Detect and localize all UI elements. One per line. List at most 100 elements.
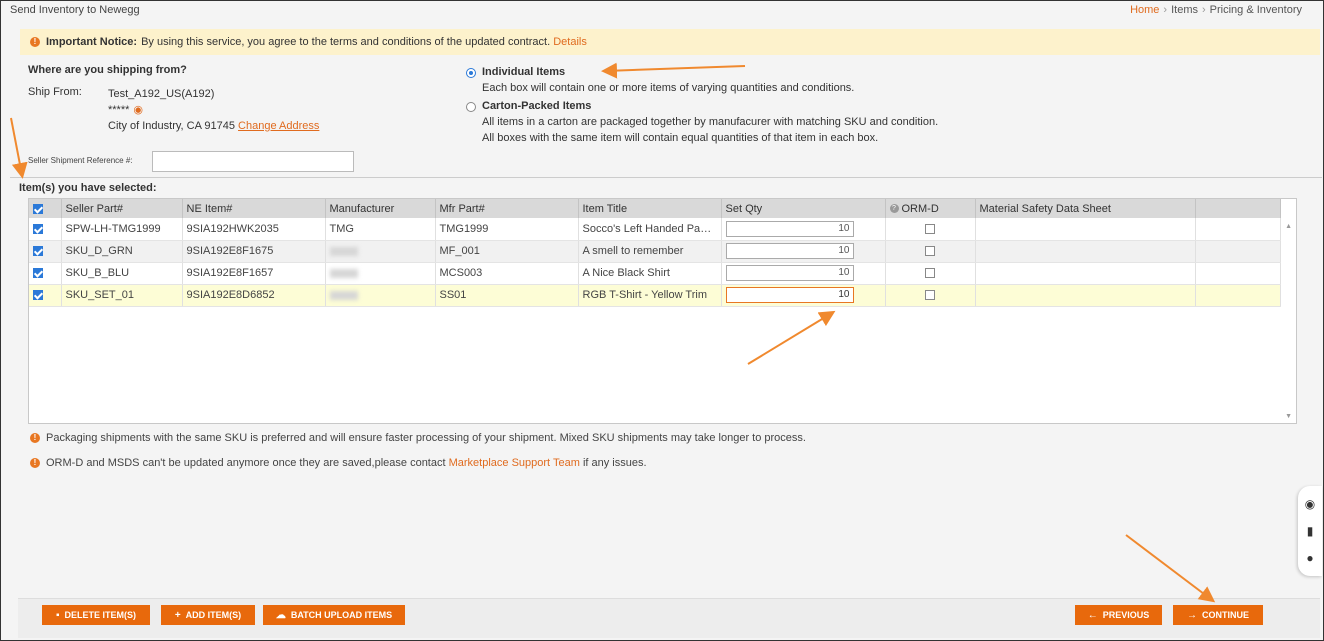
cell-msds xyxy=(975,284,1196,307)
row-checkbox[interactable] xyxy=(33,246,43,257)
cell-ormd xyxy=(885,284,976,307)
change-address-link[interactable]: Change Address xyxy=(238,120,319,132)
side-tool-panel: ◉ ▮ ● xyxy=(1298,486,1322,576)
cell-set-qty: 10 xyxy=(721,284,886,307)
ormd-note-text: ORM-D and MSDS can't be updated anymore … xyxy=(46,457,446,469)
row-checkbox[interactable] xyxy=(33,268,43,279)
cell-msds xyxy=(975,262,1196,285)
breadcrumb: Home › Items › Pricing & Inventory xyxy=(1130,4,1302,16)
notice-text: By using this service, you agree to the … xyxy=(141,36,551,48)
col-ormd[interactable]: ? ORM-D xyxy=(885,199,976,218)
ship-address: City of Industry, CA 91745 xyxy=(108,120,235,132)
row-checkbox-cell xyxy=(29,218,62,241)
col-item-title[interactable]: Item Title xyxy=(578,199,722,218)
scroll-up-icon[interactable]: ▲ xyxy=(1285,223,1292,230)
continue-button[interactable]: → CONTINUE xyxy=(1173,605,1263,625)
qty-input[interactable]: 10 xyxy=(725,287,854,303)
arrow-left-icon: ← xyxy=(1087,609,1098,621)
support-team-link[interactable]: Marketplace Support Team xyxy=(449,457,580,469)
carton-packed-option[interactable]: Carton-Packed Items All items in a carto… xyxy=(466,100,938,146)
row-checkbox-cell xyxy=(29,262,62,285)
individual-items-radio[interactable] xyxy=(466,68,476,78)
cell-seller-part: SKU_SET_01 xyxy=(61,284,183,307)
scroll-down-icon[interactable]: ▼ xyxy=(1285,413,1292,420)
col-manufacturer[interactable]: Manufacturer xyxy=(325,199,436,218)
previous-button[interactable]: ← PREVIOUS xyxy=(1075,605,1162,625)
carton-packed-radio[interactable] xyxy=(466,102,476,112)
table-row[interactable]: SKU_SET_01 9SIA192E8D6852 SS01 RGB T-Shi… xyxy=(29,284,1281,307)
ormd-checkbox[interactable] xyxy=(925,223,935,234)
table-row[interactable]: SPW-LH-TMG1999 9SIA192HWK2035 TMG TMG199… xyxy=(29,218,1281,241)
row-checkbox-cell xyxy=(29,240,62,263)
chat-icon[interactable]: ● xyxy=(1306,551,1313,565)
ship-from-label: Ship From: xyxy=(28,86,82,98)
eye-icon[interactable]: ◉ xyxy=(133,104,143,116)
col-set-qty[interactable]: Set Qty xyxy=(721,199,886,218)
add-items-label: ADD ITEM(S) xyxy=(185,610,242,620)
warehouse-name: Test_A192_US(A192) xyxy=(108,88,215,100)
col-msds[interactable]: Material Safety Data Sheet xyxy=(975,199,1196,218)
cell-item-title: A smell to remember xyxy=(578,240,722,263)
cell-manufacturer xyxy=(325,240,436,263)
individual-items-title: Individual Items xyxy=(482,66,566,78)
notice-details-link[interactable]: Details xyxy=(553,36,587,48)
delete-items-button[interactable]: ▪ DELETE ITEM(S) xyxy=(42,605,150,625)
redacted-text xyxy=(329,246,358,256)
cell-spacer xyxy=(1195,284,1281,307)
table-row[interactable]: SKU_D_GRN 9SIA192E8F1675 MF_001 A smell … xyxy=(29,240,1281,263)
help-icon[interactable]: ? xyxy=(889,204,899,214)
cell-item-title: Socco's Left Handed Paper Towels xyxy=(578,218,722,241)
footer-bar: ▪ DELETE ITEM(S) + ADD ITEM(S) ☁ BATCH UPLO… xyxy=(18,598,1320,638)
table-row[interactable]: SKU_B_BLU 9SIA192E8F1657 MCS003 A Nice B… xyxy=(29,262,1281,285)
select-all-checkbox[interactable] xyxy=(33,203,43,214)
cell-ne-item: 9SIA192HWK2035 xyxy=(182,218,326,241)
qty-input[interactable]: 10 xyxy=(725,220,854,237)
items-table: Seller Part# NE Item# Manufacturer Mfr P… xyxy=(29,199,1281,307)
ormd-checkbox[interactable] xyxy=(925,290,935,301)
cell-mfr-part: MF_001 xyxy=(435,240,579,263)
row-checkbox[interactable] xyxy=(33,290,43,301)
cell-manufacturer xyxy=(325,284,436,307)
cell-msds xyxy=(975,240,1196,263)
notice-label: Important Notice: xyxy=(46,36,138,48)
cell-manufacturer xyxy=(325,262,436,285)
cell-seller-part: SPW-LH-TMG1999 xyxy=(61,218,183,241)
batch-upload-button[interactable]: ☁ BATCH UPLOAD ITEMS xyxy=(263,605,405,625)
ormd-checkbox[interactable] xyxy=(925,246,935,257)
col-seller-part[interactable]: Seller Part# xyxy=(61,199,183,218)
shipment-reference-input[interactable] xyxy=(152,151,354,172)
info-icon: ! xyxy=(30,433,40,443)
add-items-button[interactable]: + ADD ITEM(S) xyxy=(161,605,255,625)
cell-spacer xyxy=(1195,262,1281,285)
redacted-text xyxy=(329,268,358,278)
book-icon[interactable]: ▮ xyxy=(1307,524,1314,538)
col-mfr-part[interactable]: Mfr Part# xyxy=(435,199,579,218)
plus-icon: + xyxy=(174,609,181,621)
ormd-note: ! ORM-D and MSDS can't be updated anymor… xyxy=(30,457,647,469)
cell-spacer xyxy=(1195,240,1281,263)
qty-input[interactable]: 10 xyxy=(725,265,854,281)
breadcrumb-home-link[interactable]: Home xyxy=(1130,4,1159,16)
packaging-note-text: Packaging shipments with the same SKU is… xyxy=(46,432,806,444)
continue-label: CONTINUE xyxy=(1202,610,1249,620)
shipment-reference-label: Seller Shipment Reference #: xyxy=(28,156,133,165)
cell-seller-part: SKU_B_BLU xyxy=(61,262,183,285)
cell-ne-item: 9SIA192E8F1657 xyxy=(182,262,326,285)
items-grid: Seller Part# NE Item# Manufacturer Mfr P… xyxy=(28,198,1297,424)
cell-seller-part: SKU_D_GRN xyxy=(61,240,183,263)
col-ormd-label: ORM-D xyxy=(901,202,939,215)
row-checkbox[interactable] xyxy=(33,223,43,234)
eye-icon[interactable]: ◉ xyxy=(1305,497,1315,511)
arrow-right-icon: → xyxy=(1187,609,1197,621)
col-ne-item[interactable]: NE Item# xyxy=(182,199,326,218)
individual-items-option[interactable]: Individual Items Each box will contain o… xyxy=(466,66,854,96)
ormd-checkbox[interactable] xyxy=(925,268,935,279)
cell-set-qty: 10 xyxy=(721,218,886,241)
cell-ormd xyxy=(885,262,976,285)
cell-msds xyxy=(975,218,1196,241)
cell-mfr-part: MCS003 xyxy=(435,262,579,285)
select-all-cell xyxy=(29,199,62,218)
delete-items-label: DELETE ITEM(S) xyxy=(64,610,137,620)
qty-input[interactable]: 10 xyxy=(725,243,854,259)
page-title: Send Inventory to Newegg xyxy=(10,4,140,16)
